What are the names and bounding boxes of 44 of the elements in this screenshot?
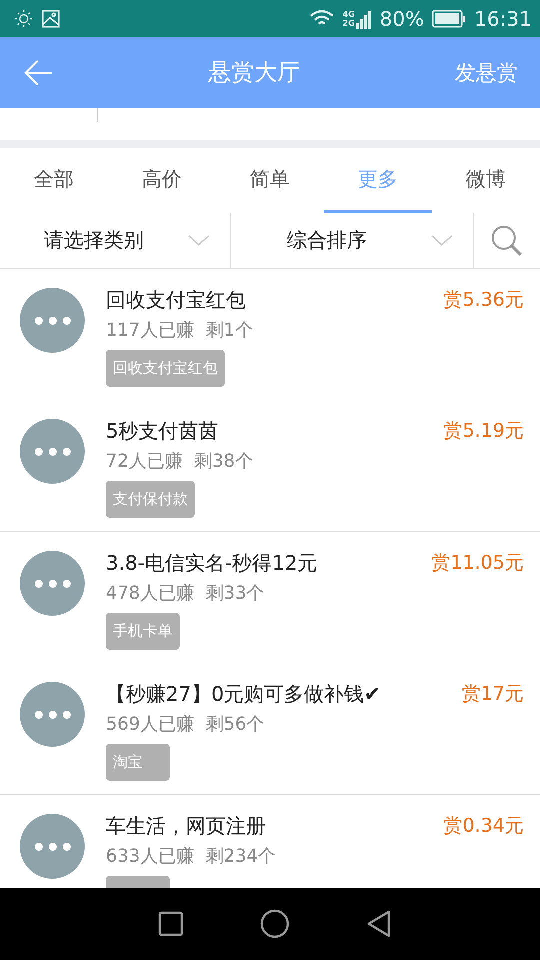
battery-percent: 80%	[380, 6, 424, 30]
filter-dropdown[interactable]: 综合排序	[231, 213, 474, 268]
task-title: 5秒支付茵茵	[106, 419, 219, 443]
page-title: 悬赏大厅	[208, 59, 302, 88]
battery-icon	[432, 10, 466, 28]
back-button[interactable]	[366, 910, 392, 938]
chevron-down-icon	[188, 234, 210, 246]
network-label: 4G	[342, 10, 355, 18]
reward-amount: 赏0.34元	[444, 814, 524, 839]
task-title: 【秒赚27】0元购可多做补钱✔	[106, 682, 381, 706]
reward-amount: 赏17元	[462, 682, 524, 707]
tab[interactable]: 全部	[0, 148, 108, 213]
tab[interactable]: 微博	[432, 148, 540, 213]
task-tag: 回收支付宝红包	[106, 350, 225, 387]
task-stats: 569人已赚 剩56个	[106, 714, 265, 736]
filter-dropdown[interactable]: 请选择类别	[0, 213, 231, 268]
task-item[interactable]: 【秒赚27】0元购可多做补钱✔ 569人已赚 剩56个 淘宝 赏17元	[0, 663, 540, 794]
network-label: 2G	[342, 18, 355, 28]
task-stats: 478人已赚 剩33个	[106, 583, 265, 605]
home-button[interactable]	[260, 909, 290, 939]
image-icon	[42, 10, 60, 28]
chevron-down-icon	[431, 234, 453, 246]
search-icon[interactable]	[491, 224, 523, 256]
task-tag: 淘宝	[106, 744, 170, 781]
reward-amount: 赏5.36元	[444, 288, 524, 313]
reward-amount: 赏5.19元	[444, 419, 524, 444]
task-item[interactable]: 5秒支付茵茵 72人已赚 剩38个 支付保付款 赏5.19元	[0, 400, 540, 531]
brightness-icon	[14, 8, 34, 28]
tab[interactable]: 简单	[216, 148, 324, 213]
tab[interactable]: 高价	[108, 148, 216, 213]
task-stats: 72人已赚 剩38个	[106, 451, 254, 473]
task-stats: 633人已赚 剩234个	[106, 846, 276, 868]
task-title: 车生活，网页注册	[106, 814, 266, 838]
task-item[interactable]: 3.8-电信实名-秒得12元 478人已赚 剩33个 手机卡单 赏11.05元	[0, 532, 540, 663]
task-title: 回收支付宝红包	[106, 288, 246, 312]
task-item[interactable]: 回收支付宝红包 117人已赚 剩1个 回收支付宝红包 赏5.36元	[0, 269, 540, 400]
recents-button[interactable]	[158, 911, 184, 937]
task-tag: 手机卡单	[106, 613, 180, 650]
reward-amount: 赏11.05元	[432, 551, 524, 576]
task-stats: 117人已赚 剩1个	[106, 320, 254, 342]
clock-time: 16:31	[474, 6, 532, 30]
task-tag: 支付保付款	[106, 481, 195, 518]
signal-icon	[356, 8, 372, 28]
task-title: 3.8-电信实名-秒得12元	[106, 551, 318, 575]
